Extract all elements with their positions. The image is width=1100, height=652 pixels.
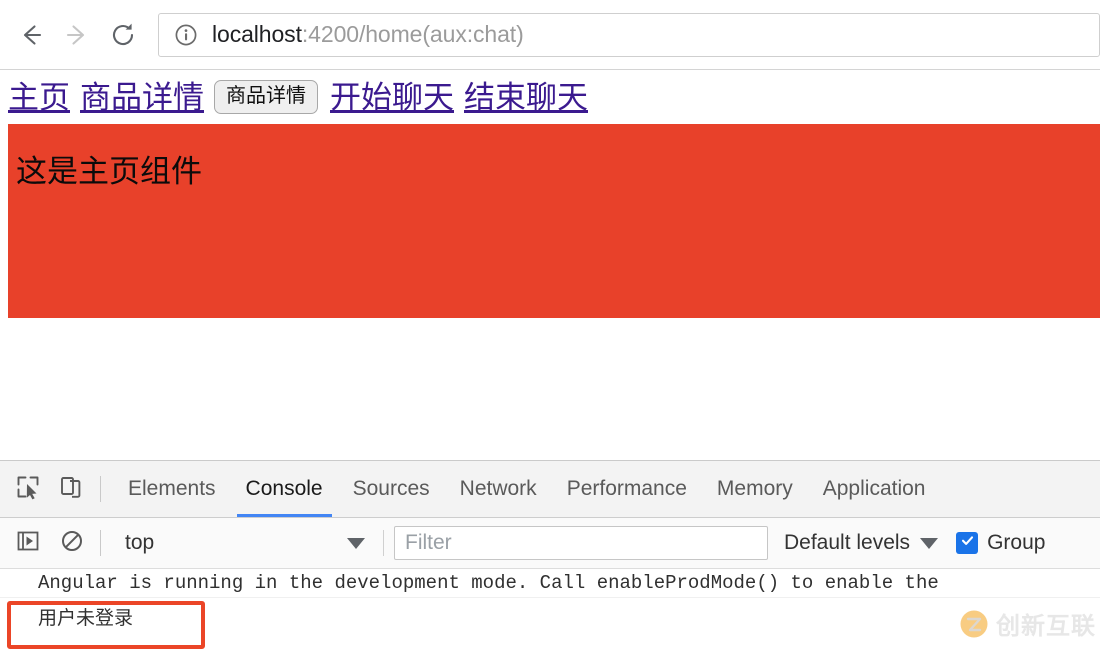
toggle-device-toolbar-button[interactable]: [50, 467, 94, 511]
devtools-tabbar: Elements Console Sources Network Perform…: [0, 461, 1100, 518]
home-component-text: 这是主页组件: [16, 154, 202, 189]
group-similar-checkbox[interactable]: [956, 532, 979, 554]
clear-console-icon: [60, 529, 84, 558]
console-filter-input[interactable]: [394, 526, 768, 560]
console-message-text: Angular is running in the development mo…: [38, 571, 939, 594]
device-toggle-icon: [59, 474, 85, 505]
inspect-element-button[interactable]: [6, 467, 50, 511]
app-navigation: 主页 商品详情 商品详情 开始聊天 结束聊天: [0, 70, 1100, 114]
nav-link-end-chat[interactable]: 结束聊天: [464, 82, 588, 113]
console-sidebar-button[interactable]: [6, 521, 50, 565]
group-similar-label: Group: [987, 531, 1046, 554]
tab-memory[interactable]: Memory: [702, 461, 808, 517]
tab-performance[interactable]: Performance: [552, 461, 702, 517]
forward-button[interactable]: [54, 12, 100, 58]
console-output[interactable]: Angular is running in the development mo…: [0, 569, 1100, 651]
arrow-right-icon: [63, 21, 91, 49]
console-message-text: 用户未登录: [38, 607, 134, 629]
devtools-panel: Elements Console Sources Network Perform…: [0, 460, 1100, 652]
address-bar-host: localhost: [212, 21, 302, 47]
nav-link-start-chat[interactable]: 开始聊天: [330, 82, 454, 113]
arrow-left-icon: [17, 21, 45, 49]
nav-link-home[interactable]: 主页: [8, 82, 70, 113]
execution-context-value: top: [125, 531, 155, 554]
cursor-select-icon: [15, 474, 41, 505]
tab-elements[interactable]: Elements: [113, 461, 231, 517]
execute-sidebar-icon: [16, 529, 40, 558]
address-bar-url: localhost:4200/home(aux:chat): [212, 21, 524, 48]
info-circle-icon[interactable]: [173, 22, 199, 48]
address-bar[interactable]: localhost:4200/home(aux:chat): [158, 12, 1100, 57]
address-bar-path: :4200/home(aux:chat): [301, 21, 524, 47]
toolbar-divider: [100, 476, 101, 502]
reload-button[interactable]: [100, 12, 146, 58]
nav-link-product-detail[interactable]: 商品详情: [80, 82, 204, 113]
console-toolbar-divider-2: [383, 530, 384, 556]
reload-icon: [108, 20, 138, 50]
chevron-down-icon: [347, 537, 365, 549]
tab-application[interactable]: Application: [808, 461, 941, 517]
console-message-row[interactable]: 用户未登录: [0, 598, 1100, 638]
browser-toolbar: localhost:4200/home(aux:chat): [0, 0, 1100, 70]
clear-console-button[interactable]: [50, 521, 94, 565]
execution-context-selector[interactable]: top: [113, 526, 373, 560]
group-similar-toggle[interactable]: Group: [956, 531, 1045, 555]
console-toolbar: top Default levels Group: [0, 518, 1100, 569]
home-component-banner: 这是主页组件: [8, 124, 1100, 318]
page-viewport: 主页 商品详情 商品详情 开始聊天 结束聊天 这是主页组件: [0, 70, 1100, 460]
tab-console[interactable]: Console: [231, 461, 338, 517]
log-levels-selector[interactable]: Default levels: [784, 531, 939, 555]
product-detail-button[interactable]: 商品详情: [214, 80, 318, 114]
tab-network[interactable]: Network: [445, 461, 552, 517]
log-levels-value: Default levels: [784, 531, 911, 554]
checkmark-icon: [960, 533, 975, 553]
console-message-row[interactable]: Angular is running in the development mo…: [0, 569, 1100, 598]
back-button[interactable]: [8, 12, 54, 58]
console-toolbar-divider-1: [100, 530, 101, 556]
chevron-down-icon: [920, 537, 939, 549]
tab-sources[interactable]: Sources: [338, 461, 445, 517]
